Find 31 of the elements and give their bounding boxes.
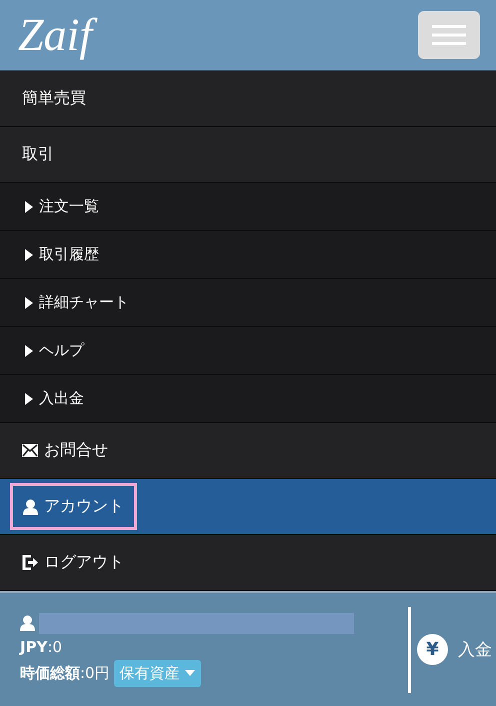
menu-item-label: アカウント [10, 483, 137, 530]
triangle-icon [24, 296, 33, 308]
menu-item[interactable]: アカウント [0, 479, 496, 535]
menu-item[interactable]: 簡単売買 [0, 71, 496, 127]
triangle-icon [24, 392, 33, 404]
triangle-icon [24, 248, 33, 260]
menu-item-label: 詳細チャート [24, 293, 129, 312]
menu-item-label: ヘルプ [24, 341, 84, 360]
menu-item-label: 注文一覧 [24, 197, 99, 216]
menu-item-label: ログアウト [22, 552, 124, 573]
user-icon [23, 498, 38, 514]
menu-item-label: 取引 [22, 144, 54, 165]
menu-button[interactable] [418, 11, 480, 59]
deposit-link[interactable]: ¥ 入金 [417, 634, 496, 665]
menu-item-label: お問合せ [22, 440, 108, 461]
envelope-icon [22, 444, 38, 457]
menu-item-label: 入出金 [24, 389, 84, 408]
triangle-icon [24, 344, 33, 356]
menu-item[interactable]: ログアウト [0, 535, 496, 591]
user-icon [20, 615, 35, 631]
triangle-icon [24, 200, 33, 212]
logout-icon [22, 555, 38, 570]
menu-item[interactable]: 取引 [0, 127, 496, 183]
menu-item-label: 取引履歴 [24, 245, 99, 264]
yen-icon: ¥ [417, 634, 448, 665]
balance-text: JPY:0 [20, 638, 64, 656]
menu-item[interactable]: お問合せ [0, 423, 496, 479]
menu-icon [432, 25, 466, 45]
caret-icon [184, 670, 195, 676]
menu-item-label: 簡単売買 [22, 88, 86, 109]
total-value-text: 時価総額:0円 [20, 664, 110, 682]
